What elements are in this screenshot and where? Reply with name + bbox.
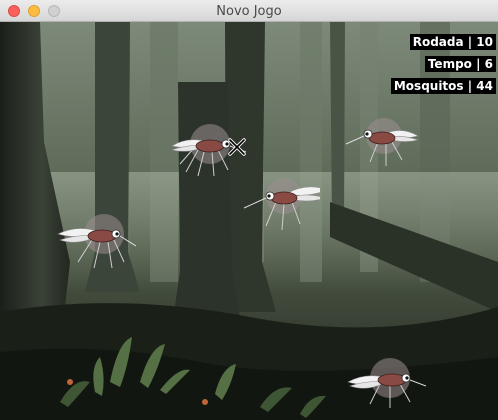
mosquito-icon: [57, 214, 136, 269]
mosquito-2[interactable]: [342, 110, 422, 180]
title-bar: Novo Jogo: [0, 0, 498, 22]
mosquito-icon: [347, 358, 426, 408]
mosquito-5[interactable]: [346, 352, 426, 420]
game-canvas[interactable]: Rodada | 10 Tempo | 6 Mosquitos | 44: [0, 22, 498, 420]
window-title: Novo Jogo: [216, 4, 282, 19]
mosquito-counter: Mosquitos | 44: [390, 78, 496, 94]
time-counter: Tempo | 6: [424, 56, 496, 72]
game-window: Novo Jogo Rodada | 10 Tempo | 6 Mosquito…: [0, 0, 498, 420]
mosquito-3[interactable]: [240, 170, 320, 240]
crosshair-icon: [228, 138, 246, 156]
round-counter: Rodada | 10: [409, 34, 496, 50]
mosquito-icon: [243, 178, 320, 231]
mosquito-4[interactable]: [56, 204, 136, 274]
mosquito-icon: [345, 118, 420, 166]
hud-panel: Rodada | 10 Tempo | 6 Mosquitos | 44: [390, 34, 496, 94]
